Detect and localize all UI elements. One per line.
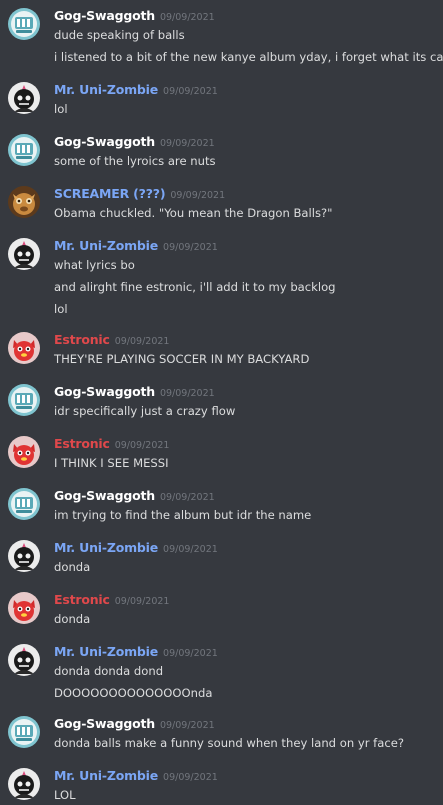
author-name[interactable]: Gog-Swaggoth [54,716,155,731]
author-name[interactable]: Mr. Uni-Zombie [54,644,158,659]
message-text: donda [54,612,91,626]
message-timestamp[interactable]: 09/09/2021 [160,388,215,399]
message-timestamp[interactable]: 09/09/2021 [163,648,218,659]
message-header: Mr. Uni-Zombie 09/09/2021 [54,642,218,663]
message-text: DOOOOOOOOOOOOOOnda [54,686,213,700]
author-name[interactable]: Mr. Uni-Zombie [54,768,158,783]
message-text: donda balls make a funny sound when they… [54,736,405,750]
message-timestamp[interactable]: 09/09/2021 [115,596,170,607]
message-header: Mr. Uni-Zombie 09/09/2021 [54,538,218,559]
message-timestamp[interactable]: 09/09/2021 [163,772,218,783]
message-text: what lyrics bo [54,258,135,272]
message-text: I THINK I SEE MESSI [54,456,169,470]
message-text: lol [54,102,68,116]
message-text: THEY'RE PLAYING SOCCER IN MY BACKYARD [54,352,310,366]
zombie-avatar[interactable] [8,540,40,572]
message-text: donda donda dond [54,664,164,678]
teal-badge-avatar[interactable] [8,384,40,416]
zombie-avatar[interactable] [8,768,40,800]
author-name[interactable]: Mr. Uni-Zombie [54,82,158,97]
message-timestamp[interactable]: 09/09/2021 [160,492,215,503]
message-timestamp[interactable]: 09/09/2021 [160,138,215,149]
message-timestamp[interactable]: 09/09/2021 [160,720,215,731]
author-name[interactable]: Mr. Uni-Zombie [54,238,158,253]
message-header: Gog-Swaggoth 09/09/2021 [54,486,215,507]
message-timestamp[interactable]: 09/09/2021 [115,440,170,451]
message-timestamp[interactable]: 09/09/2021 [163,86,218,97]
brown-creature-avatar[interactable] [8,186,40,218]
message-header: SCREAMER (???) 09/09/2021 [54,184,225,205]
message-header: Mr. Uni-Zombie 09/09/2021 [54,766,218,787]
zombie-avatar[interactable] [8,238,40,270]
zombie-avatar[interactable] [8,82,40,114]
author-name[interactable]: Mr. Uni-Zombie [54,540,158,555]
red-cat-avatar[interactable] [8,332,40,364]
author-name[interactable]: Estronic [54,592,110,607]
message-text: donda [54,560,91,574]
message-timestamp[interactable]: 09/09/2021 [163,544,218,555]
message-header: Mr. Uni-Zombie 09/09/2021 [54,80,218,101]
message-text: lol [54,302,68,316]
message-timestamp[interactable]: 09/09/2021 [163,242,218,253]
message-text: Obama chuckled. "You mean the Dragon Bal… [54,206,333,220]
red-cat-avatar[interactable] [8,592,40,624]
author-name[interactable]: Gog-Swaggoth [54,488,155,503]
teal-badge-avatar[interactable] [8,8,40,40]
message-text: i listened to a bit of the new kanye alb… [54,50,443,64]
message-header: Gog-Swaggoth 09/09/2021 [54,714,215,735]
message-header: Estronic 09/09/2021 [54,434,169,455]
author-name[interactable]: SCREAMER (???) [54,186,166,201]
zombie-avatar[interactable] [8,644,40,676]
message-text: im trying to find the album but idr the … [54,508,312,522]
author-name[interactable]: Gog-Swaggoth [54,8,155,23]
teal-badge-avatar[interactable] [8,716,40,748]
chat-messages: Gog-Swaggoth 09/09/2021 dude speaking of b… [0,0,443,805]
message-header: Gog-Swaggoth 09/09/2021 [54,132,215,153]
message-text: idr specifically just a crazy flow [54,404,236,418]
message-text: dude speaking of balls [54,28,185,42]
message-text: and alirght fine estronic, i'll add it t… [54,280,336,294]
message-header: Mr. Uni-Zombie 09/09/2021 [54,236,218,257]
red-cat-avatar[interactable] [8,436,40,468]
author-name[interactable]: Gog-Swaggoth [54,134,155,149]
author-name[interactable]: Estronic [54,436,110,451]
message-timestamp[interactable]: 09/09/2021 [115,336,170,347]
message-text: some of the lyroics are nuts [54,154,216,168]
message-header: Estronic 09/09/2021 [54,590,169,611]
message-timestamp[interactable]: 09/09/2021 [170,190,225,201]
author-name[interactable]: Estronic [54,332,110,347]
message-header: Gog-Swaggoth 09/09/2021 [54,6,215,27]
message-header: Gog-Swaggoth 09/09/2021 [54,382,215,403]
message-text: LOL [54,788,76,802]
author-name[interactable]: Gog-Swaggoth [54,384,155,399]
message-timestamp[interactable]: 09/09/2021 [160,12,215,23]
message-header: Estronic 09/09/2021 [54,330,169,351]
teal-badge-avatar[interactable] [8,488,40,520]
teal-badge-avatar[interactable] [8,134,40,166]
